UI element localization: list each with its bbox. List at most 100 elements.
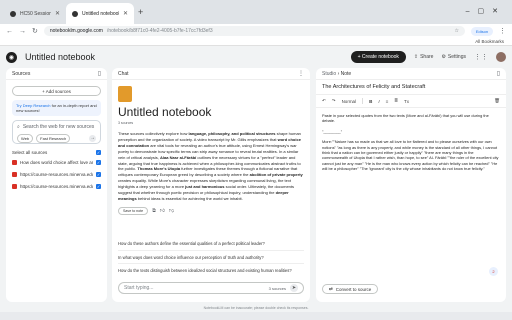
chat-header: Chat ⋮ [112, 68, 310, 80]
thumbs-up-icon[interactable]: 👍︎ [160, 208, 165, 214]
text-style-dropdown[interactable]: Normal [342, 99, 357, 104]
url-field[interactable]: notebooklm.google.com/notebook/b8f71c0-4… [43, 26, 465, 36]
menu-dots-icon[interactable]: ⋮ [499, 27, 506, 35]
source-name: How does world choice affect love and... [20, 159, 93, 165]
breadcrumb-studio[interactable]: Studio [322, 71, 336, 77]
tab-title: Untitled notebook - NotebookLM [82, 10, 119, 17]
source-name: https://course-resources.minerva.edu/u..… [20, 183, 93, 189]
web-search-box[interactable]: ⌕ Search the web for new sources Web Fas… [12, 120, 101, 144]
settings-label: Settings [447, 54, 466, 60]
browser-tab-active[interactable]: Untitled notebook - NotebookLM ✕ [66, 3, 134, 24]
settings-button[interactable]: ⚙ Settings [441, 54, 466, 60]
bookmarks-bar: All Bookmarks [0, 38, 512, 46]
all-bookmarks-link[interactable]: All Bookmarks [475, 39, 504, 44]
suggested-question[interactable]: How do the texts distinguish between ide… [118, 263, 304, 276]
back-icon[interactable]: ← [6, 28, 13, 35]
toolbar-divider [362, 98, 364, 104]
convert-icon: ⇄ [329, 286, 333, 291]
copy-icon[interactable]: ⧉ [152, 208, 156, 214]
source-name: https://course-resources.minerva.edu/u..… [20, 171, 93, 177]
note-toolbar: ↶ ↷ Normal B I ≡ ≣ Tx 🗑︎ [316, 95, 506, 108]
profile-chip[interactable]: Edison [471, 26, 493, 36]
suggested-question[interactable]: How do these authors define the essentia… [118, 237, 304, 250]
numbered-list-icon[interactable]: ≣ [394, 98, 398, 104]
select-all-row[interactable]: Select all sources ✓ [12, 150, 101, 155]
source-item[interactable]: How does world choice affect love and...… [12, 157, 101, 167]
search-input[interactable]: Search the web for new sources [23, 124, 94, 130]
search-mode-dropdown[interactable]: Web [17, 134, 34, 143]
clear-format-icon[interactable]: Tx [404, 99, 409, 104]
bulleted-list-icon[interactable]: ≡ [386, 99, 389, 104]
avatar[interactable] [496, 52, 506, 62]
thumbs-down-icon[interactable]: 👎︎ [169, 208, 174, 214]
gear-icon: ⚙ [441, 54, 446, 60]
summary-keyword: just and harmonious [185, 184, 225, 190]
chat-title: Chat [118, 70, 129, 77]
chat-input-placeholder: Start typing... [124, 285, 154, 291]
tab-title: HC50 Session 20 - 2013 (... [20, 10, 51, 17]
convert-to-source-button[interactable]: ⇄ Convert to source [322, 284, 379, 294]
bookmark-star-icon[interactable]: ☆ [455, 28, 459, 34]
create-notebook-button[interactable]: + Create notebook [350, 51, 406, 63]
source-item[interactable]: https://course-resources.minerva.edu/u..… [12, 169, 101, 179]
source-item[interactable]: https://course-resources.minerva.edu/u..… [12, 181, 101, 191]
tab-close-icon[interactable]: ✕ [55, 10, 60, 17]
search-type-dropdown[interactable]: Fast Research [36, 134, 71, 143]
studio-panel: Studio › Note ▯ The Architectures of Fel… [316, 68, 506, 302]
chat-input[interactable]: Start typing... 3 sources ➤ [118, 282, 304, 294]
reload-icon[interactable]: ↻ [32, 27, 38, 35]
select-all-label: Select all sources [12, 150, 48, 155]
add-sources-button[interactable]: + Add sources [12, 86, 101, 96]
chat-body: Untitled notebook 3 sources These source… [112, 80, 310, 221]
apps-grid-icon[interactable]: ⋮⋮ [474, 53, 488, 61]
notebooklm-logo-icon[interactable]: ◉ [6, 51, 17, 63]
delete-note-icon[interactable]: 🗑︎ [494, 98, 500, 104]
checkbox-checked-icon[interactable]: ✓ [96, 183, 101, 189]
checkbox-checked-icon[interactable]: ✓ [96, 171, 101, 177]
sources-title: Sources [12, 70, 31, 77]
pdf-icon [12, 159, 17, 165]
share-label: Share [420, 54, 434, 60]
redo-icon[interactable]: ↷ [332, 98, 336, 104]
note-paragraph: "________" [322, 128, 343, 134]
note-editor[interactable]: Paste in your selected quotes from the t… [316, 108, 506, 182]
notebook-emoji-icon [118, 86, 132, 102]
url-host: notebooklm.google.com [49, 28, 103, 34]
chat-panel: Chat ⋮ Untitled notebook 3 sources These… [112, 68, 310, 302]
undo-icon[interactable]: ↶ [322, 98, 326, 104]
notification-badge[interactable]: 2 [489, 267, 498, 276]
collapse-panel-icon[interactable]: ▯ [98, 70, 101, 77]
note-title-field[interactable]: The Architectures of Felicity and Statec… [316, 80, 506, 95]
checkbox-checked-icon[interactable]: ✓ [96, 159, 101, 165]
notebook-title[interactable]: Untitled notebook [25, 52, 95, 62]
summary-keyword: language, philosophy, and political stru… [188, 131, 276, 136]
search-submit-icon[interactable]: → [89, 135, 96, 142]
suggested-question[interactable]: In what ways does word choice influence … [118, 250, 304, 263]
italic-button[interactable]: I [378, 99, 379, 104]
studio-header: Studio › Note ▯ [316, 68, 506, 80]
share-icon: ⇪ [413, 54, 419, 60]
checkbox-checked-icon[interactable]: ✓ [96, 150, 101, 155]
bold-button[interactable]: B [369, 99, 372, 104]
source-count: 3 sources [118, 121, 134, 125]
notebook-heading: Untitled notebook [118, 105, 212, 119]
browser-tab[interactable]: HC50 Session 20 - 2013 (... ✕ [4, 3, 66, 24]
chat-source-count: 3 sources [268, 285, 286, 291]
summary-text: behind ideas is essential for achieving … [136, 195, 243, 201]
new-tab-icon[interactable]: + [138, 7, 143, 17]
app-header: ◉ Untitled notebook + Create notebook ⇪ S… [0, 46, 512, 68]
window-controls-icon[interactable]: –▢✕ [466, 7, 506, 15]
sources-panel: Sources ▯ + Add sources Try Deep Researc… [6, 68, 107, 302]
address-bar-row: ← → ↻ notebooklm.google.com/notebook/b8f… [0, 24, 512, 38]
save-to-note-button[interactable]: Save to note [118, 206, 149, 215]
send-icon[interactable]: ➤ [290, 284, 298, 292]
search-icon: ⌕ [17, 124, 20, 130]
forward-icon[interactable]: → [19, 28, 26, 35]
share-button[interactable]: ⇪ Share [414, 54, 434, 60]
tab-close-icon[interactable]: ✕ [123, 10, 128, 17]
chat-options-icon[interactable]: ⋮ [298, 70, 304, 77]
collapse-panel-icon[interactable]: ▯ [497, 70, 500, 77]
deep-research-banner: Try Deep Research for an in-depth report… [12, 100, 101, 116]
note-paragraph: Paste in your selected quotes from the t… [322, 113, 489, 124]
notebook-summary: These sources collectively explore how l… [118, 131, 304, 202]
